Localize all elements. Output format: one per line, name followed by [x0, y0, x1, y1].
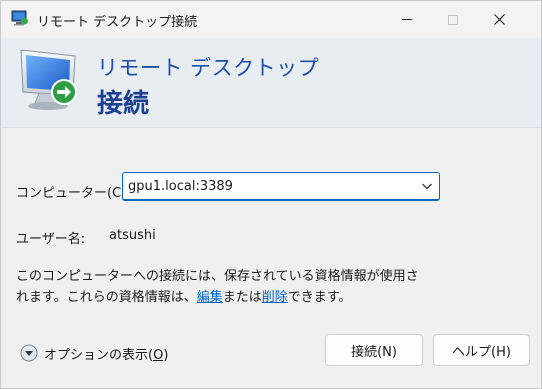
delete-credentials-link[interactable]: 削除: [262, 290, 288, 305]
maximize-icon: [448, 14, 458, 25]
show-options-toggle[interactable]: オプションの表示(O): [20, 343, 168, 363]
username-value: atsushi: [109, 228, 156, 243]
close-icon: [493, 14, 505, 25]
remote-desktop-monitor-icon: [20, 49, 77, 110]
banner-title: リモート デスクトップ: [97, 56, 320, 80]
help-button[interactable]: ヘルプ(H): [433, 334, 530, 366]
credentials-description: このコンピューターへの接続には、保存されている資格情報が使用さ れます。これらの…: [16, 266, 419, 308]
title-bar[interactable]: リモート デスクトップ接続: [1, 1, 541, 38]
username-label: ユーザー名:: [16, 232, 86, 247]
computer-label: コンピューター(C):: [16, 186, 131, 201]
chevron-down-icon[interactable]: [421, 181, 433, 191]
minimize-button[interactable]: [384, 1, 430, 38]
header-banner: リモート デスクトップ 接続: [1, 38, 541, 128]
expand-options-icon[interactable]: [20, 344, 38, 362]
computer-combobox[interactable]: gpu1.local:3389: [122, 172, 440, 201]
show-options-close: ): [163, 347, 169, 363]
window-title: リモート デスクトップ接続: [37, 15, 198, 30]
remote-desktop-window: リモート デスクトップ接続 リモート デスクトップ 接続 コンピューター(C):…: [0, 0, 542, 389]
minimize-icon: [402, 19, 412, 20]
show-options-accesskey: O: [153, 347, 164, 363]
remote-desktop-icon: [11, 10, 28, 26]
show-options-label[interactable]: オプションの表示(O): [44, 344, 168, 363]
description-line-2-end: できます。: [287, 290, 352, 305]
description-line-1: このコンピューターへの接続には、保存されている資格情報が使用さ: [16, 269, 419, 284]
description-or: または: [222, 290, 262, 305]
close-button[interactable]: [476, 1, 522, 38]
computer-input[interactable]: gpu1.local:3389: [128, 179, 233, 194]
description-line-2-start: れます。これらの資格情報は、: [16, 290, 197, 305]
show-options-text: オプションの表示(: [44, 347, 154, 363]
maximize-button[interactable]: [430, 1, 476, 38]
banner-subtitle: 接続: [97, 89, 150, 119]
edit-credentials-link[interactable]: 編集: [197, 290, 223, 305]
connect-button[interactable]: 接続(N): [325, 334, 423, 366]
description-line-2: れます。これらの資格情報は、編集または削除できます。: [16, 287, 406, 308]
